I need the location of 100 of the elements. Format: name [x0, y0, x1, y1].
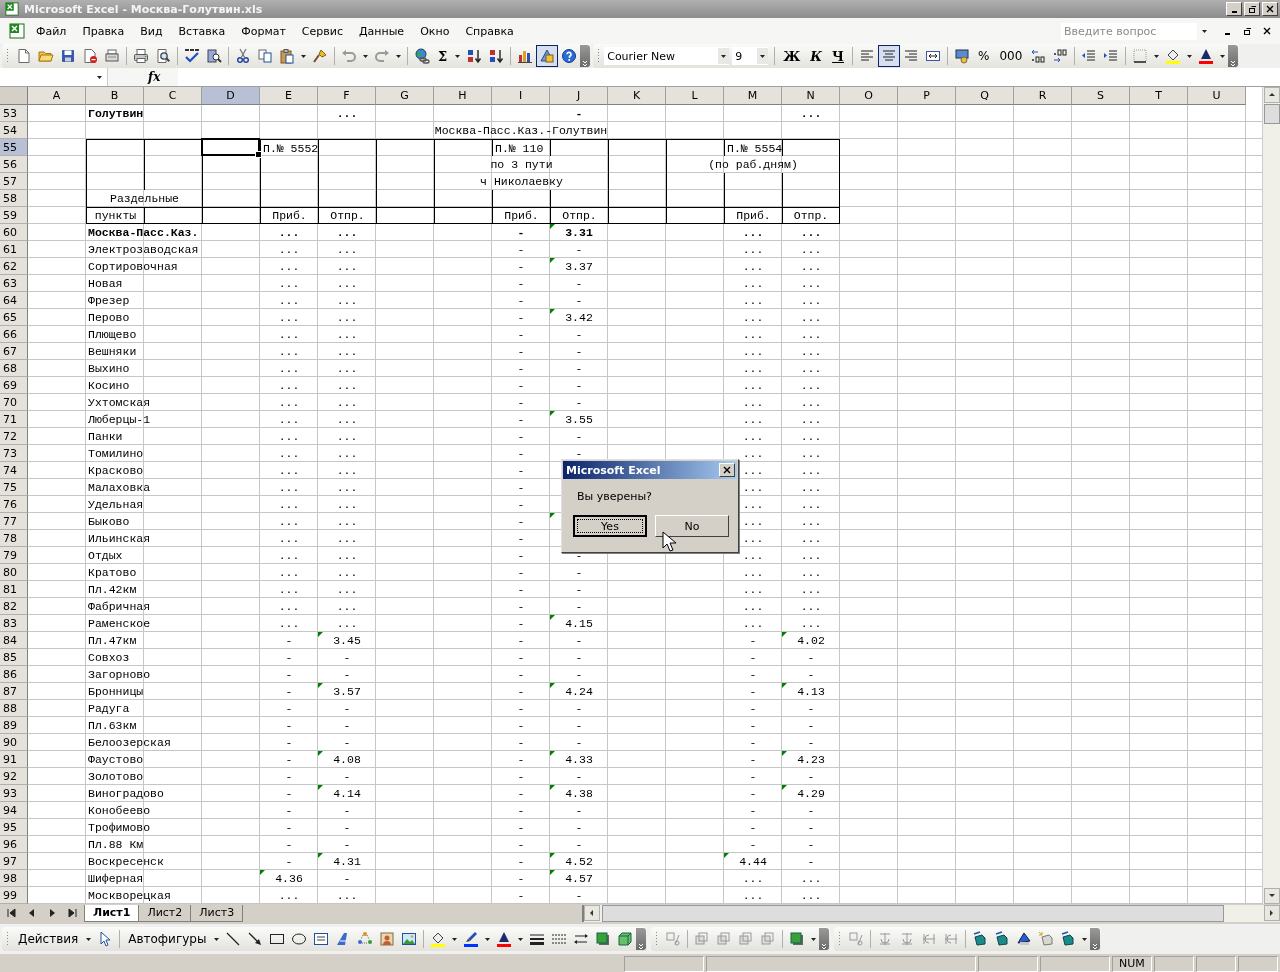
table-cell-text: Воскресенск [87, 854, 165, 869]
column-header[interactable]: N [782, 87, 840, 105]
row-header[interactable]: 78 [0, 530, 28, 547]
column-header[interactable]: O [840, 87, 898, 105]
row-header[interactable]: 69 [0, 377, 28, 394]
menu-item[interactable]: Вставка [170, 22, 234, 40]
help-search-field[interactable]: Введите вопрос [1061, 22, 1197, 40]
row-header[interactable]: 84 [0, 632, 28, 649]
row-header[interactable]: 77 [0, 513, 28, 530]
row-header[interactable]: 63 [0, 275, 28, 292]
menu-item[interactable]: Окно [412, 22, 458, 40]
row-header[interactable]: 58 [0, 190, 28, 207]
underline-button[interactable]: Ч [827, 48, 849, 64]
menu-item[interactable]: Вид [132, 22, 171, 40]
function-button[interactable]: fx [148, 70, 178, 84]
column-header[interactable]: E [260, 87, 318, 105]
row-header[interactable]: 89 [0, 717, 28, 734]
table-cell-text: ... [799, 888, 823, 903]
row-header[interactable]: 61 [0, 241, 28, 258]
menu-item[interactable]: Данные [350, 22, 413, 40]
sheet-tab[interactable]: Лист1 [84, 904, 140, 922]
row-header[interactable]: 87 [0, 683, 28, 700]
percent-button[interactable]: % [972, 49, 995, 63]
row-header[interactable]: 72 [0, 428, 28, 445]
column-header[interactable]: B [86, 87, 144, 105]
row-header[interactable]: 74 [0, 462, 28, 479]
row-header[interactable]: 66 [0, 326, 28, 343]
menu-item[interactable]: Формат [233, 22, 294, 40]
row-header[interactable]: 85 [0, 649, 28, 666]
row-header[interactable]: 95 [0, 819, 28, 836]
column-header[interactable]: D [202, 87, 260, 105]
column-header[interactable]: L [666, 87, 724, 105]
row-header[interactable]: 90 [0, 734, 28, 751]
row-header[interactable]: 83 [0, 615, 28, 632]
autoshapes-menu-button[interactable]: Автофигуры [123, 932, 212, 946]
italic-button[interactable]: К [805, 48, 828, 64]
row-header[interactable]: 57 [0, 173, 28, 190]
column-header[interactable]: T [1130, 87, 1188, 105]
column-header[interactable]: S [1072, 87, 1130, 105]
row-header[interactable]: 81 [0, 581, 28, 598]
menu-item[interactable]: Сервис [293, 22, 351, 40]
row-header[interactable]: 55 [0, 139, 28, 156]
column-header[interactable]: K [608, 87, 666, 105]
table-cell-text: - [748, 718, 758, 733]
table-cell-text: ... [335, 429, 359, 444]
row-header[interactable]: 94 [0, 802, 28, 819]
dialog-button[interactable]: No [655, 515, 729, 537]
thousands-button[interactable]: 000 [994, 49, 1028, 63]
menu-item[interactable]: Справка [457, 22, 522, 40]
row-header[interactable]: 75 [0, 479, 28, 496]
row-header[interactable]: 54 [0, 122, 28, 139]
row-header[interactable]: 82 [0, 598, 28, 615]
bold-button[interactable]: Ж [778, 48, 806, 64]
row-header[interactable]: 97 [0, 853, 28, 870]
row-header[interactable]: 86 [0, 666, 28, 683]
row-header[interactable]: 67 [0, 343, 28, 360]
table-cell-text: - [806, 820, 816, 835]
column-header[interactable]: A [28, 87, 86, 105]
row-header[interactable]: 92 [0, 768, 28, 785]
column-header[interactable]: R [1014, 87, 1072, 105]
row-header[interactable]: 59 [0, 207, 28, 224]
row-header[interactable]: 60 [0, 224, 28, 241]
menu-item[interactable]: Файл [28, 22, 75, 40]
sheet-tab[interactable]: Лист3 [190, 904, 244, 922]
row-header[interactable]: 56 [0, 156, 28, 173]
column-header[interactable]: I [492, 87, 550, 105]
column-header[interactable]: F [318, 87, 376, 105]
dialog-button[interactable]: Yes [573, 515, 647, 537]
row-header[interactable]: 80 [0, 564, 28, 581]
row-header[interactable]: 99 [0, 887, 28, 904]
row-header[interactable]: 71 [0, 411, 28, 428]
row-header[interactable]: 53 [0, 105, 28, 122]
table-cell: П.№ 5554 [724, 139, 782, 156]
column-header[interactable]: H [434, 87, 492, 105]
row-header[interactable]: 93 [0, 785, 28, 802]
column-header[interactable]: U [1188, 87, 1246, 105]
column-header[interactable]: J [550, 87, 608, 105]
row-header[interactable]: 65 [0, 309, 28, 326]
row-header[interactable]: 62 [0, 258, 28, 275]
row-header[interactable]: 73 [0, 445, 28, 462]
column-header[interactable]: Q [956, 87, 1014, 105]
autosum-button[interactable]: Σ [433, 48, 453, 64]
column-header[interactable]: G [376, 87, 434, 105]
column-header[interactable]: M [724, 87, 782, 105]
menu-item[interactable]: Правка [74, 22, 133, 40]
row-header[interactable]: 91 [0, 751, 28, 768]
table-cell-text: Вешняки [87, 344, 138, 359]
actions-menu-button[interactable]: Действия [13, 932, 84, 946]
column-header[interactable]: P [898, 87, 956, 105]
row-header[interactable]: 79 [0, 547, 28, 564]
row-header[interactable]: 98 [0, 870, 28, 887]
row-header[interactable]: 96 [0, 836, 28, 853]
row-header[interactable]: 64 [0, 292, 28, 309]
row-header[interactable]: 68 [0, 360, 28, 377]
table-cell-text: - [516, 531, 526, 546]
column-header[interactable]: C [144, 87, 202, 105]
font-name-field[interactable]: Courier New [604, 47, 730, 65]
row-header[interactable]: 76 [0, 496, 28, 513]
row-header[interactable]: 70 [0, 394, 28, 411]
row-header[interactable]: 88 [0, 700, 28, 717]
